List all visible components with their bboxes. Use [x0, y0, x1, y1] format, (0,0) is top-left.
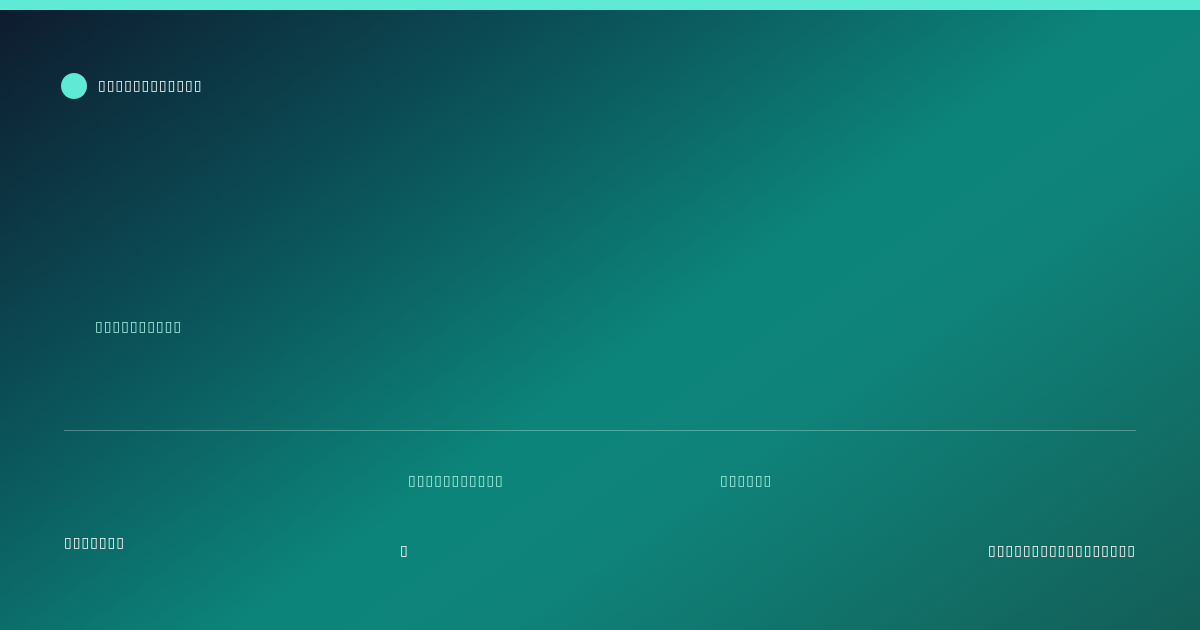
hero-headline: ▯▯▯▯▯▯▯▯▯▯ — [95, 319, 183, 335]
top-accent-bar — [0, 0, 1200, 10]
footer-left-text: ▯▯▯▯▯▯▯ — [64, 535, 125, 551]
meta-label-one: ▯▯▯▯▯▯▯▯▯▯▯ — [408, 473, 504, 489]
section-divider — [64, 430, 1136, 431]
footer-middle-text: ▯ — [400, 543, 408, 559]
brand-logo-icon — [61, 73, 87, 99]
footer-right-text: ▯▯▯▯▯▯▯▯▯▯▯▯▯▯▯▯▯ — [988, 543, 1136, 559]
brand-name: ▯▯▯▯▯▯▯▯▯▯▯▯ — [98, 78, 203, 94]
meta-label-two: ▯▯▯▯▯▯ — [720, 473, 773, 489]
brand: ▯▯▯▯▯▯▯▯▯▯▯▯ — [61, 73, 202, 99]
